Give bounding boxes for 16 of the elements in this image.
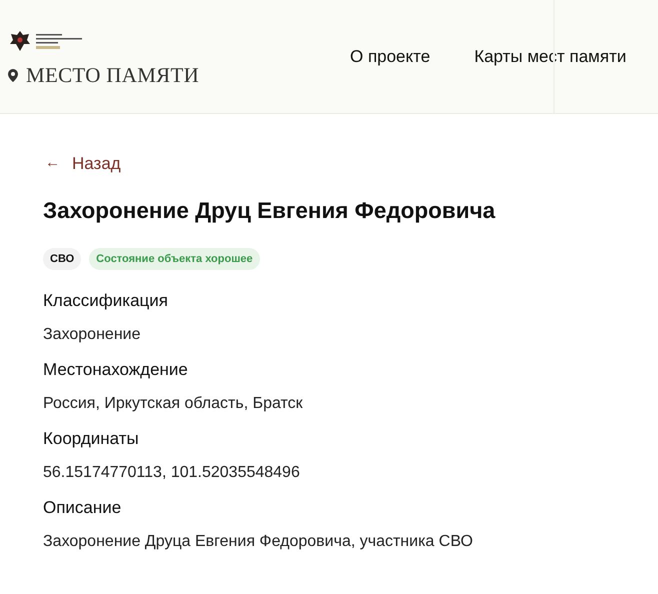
field-label: Классификация xyxy=(43,291,169,311)
site-name[interactable]: МЕСТО ПАМЯТИ xyxy=(26,63,200,88)
field-value: Россия, Иркутская область, Братск xyxy=(43,395,304,413)
field-value: 56.15174770113, 101.52035548496 xyxy=(43,464,301,482)
field-value: Захоронение Друца Евгения Федоровича, участника СВО xyxy=(43,533,474,551)
field-label: Координаты xyxy=(43,429,140,449)
category-tag: СВО xyxy=(43,248,82,270)
field-label: Описание xyxy=(43,498,122,518)
back-link[interactable]: ← Назад xyxy=(43,154,123,174)
map-pin-icon xyxy=(8,69,18,82)
nav-link[interactable]: Карты мест памяти xyxy=(474,46,626,66)
field-label: Местонахождение xyxy=(43,360,189,380)
field-value: Захоронение xyxy=(43,326,142,344)
page-title: Захоронение Друц Евгения Федоровича xyxy=(43,198,496,224)
status-tag: Состояние объекта хорошее xyxy=(89,248,260,270)
nav-link[interactable]: О проекте xyxy=(350,46,430,66)
